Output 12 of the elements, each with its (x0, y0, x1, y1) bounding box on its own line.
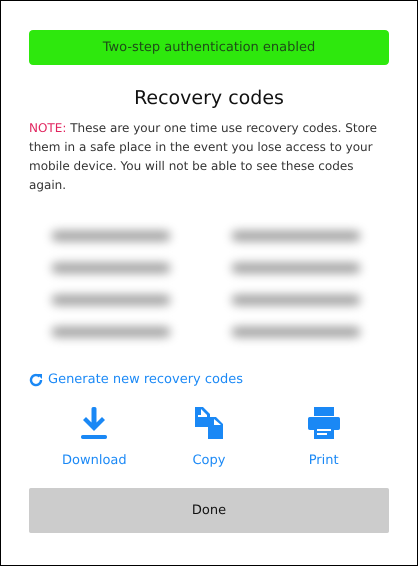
printer-icon (308, 407, 340, 439)
dialog-title: Recovery codes (133, 87, 285, 109)
done-button[interactable]: Done (29, 488, 389, 533)
note-text: NOTE: These are your one time use recovery codes. Store them in a safe place in the event you lose access to your mobile device. You will not be able to see these codes again. (29, 120, 378, 194)
print-button[interactable]: Print (278, 407, 369, 468)
copy-icon (194, 407, 223, 439)
copy-button[interactable]: Copy (164, 407, 254, 468)
success-banner: Two-step authentication enabled (29, 30, 389, 65)
download-icon (81, 407, 108, 439)
refresh-icon (29, 372, 43, 386)
generate-codes-link[interactable]: Generate new recovery codes (29, 372, 243, 387)
download-button[interactable]: Download (49, 407, 140, 468)
